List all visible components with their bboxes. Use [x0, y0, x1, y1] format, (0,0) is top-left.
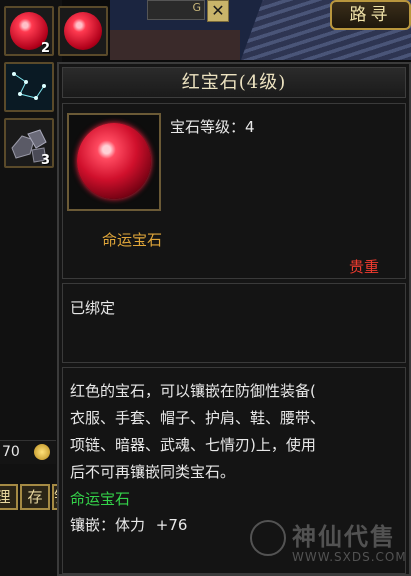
tooltip-title-bar: 红宝石(4级) — [62, 67, 406, 98]
footer-category: 命运宝石 — [70, 490, 131, 508]
description-line: 后不可再镶嵌同类宝石。 — [70, 463, 236, 481]
inlay-stat: 镶嵌：体力 +76 — [70, 514, 187, 535]
description-line: 项链、暗器、武魂、七情刃)上，使用 — [70, 436, 316, 454]
constellation-icon — [6, 64, 52, 110]
pathfind-button[interactable]: 路寻 — [330, 0, 411, 30]
inlay-label: 镶嵌：体力 — [70, 516, 146, 534]
item-count: 3 — [40, 153, 50, 168]
description-line: 红色的宝石，可以镶嵌在防御性装备( — [70, 382, 316, 400]
close-button[interactable]: ✕ — [207, 0, 229, 22]
inventory-slot-red-gem[interactable] — [58, 6, 108, 56]
money-display: 70 — [0, 440, 56, 464]
red-gem-icon — [64, 12, 102, 50]
item-count: 2 — [40, 41, 50, 56]
watermark-logo-icon — [250, 520, 286, 556]
bind-status: 已绑定 — [70, 299, 116, 317]
inventory-slot-constellation[interactable] — [4, 62, 54, 112]
store-button[interactable]: 存 — [20, 484, 50, 510]
description-line: 衣服、手套、帽子、护肩、鞋、腰带、 — [70, 409, 326, 427]
manage-button[interactable]: 理 — [0, 484, 18, 510]
inventory-slot-ore[interactable]: 3 — [4, 118, 54, 168]
inventory-slot-red-gem[interactable]: 2 — [4, 6, 54, 56]
rarity-label: 贵重 — [349, 258, 380, 276]
ruby-gem-icon — [77, 123, 151, 199]
item-icon-frame — [67, 113, 161, 211]
watermark-url: WWW.SXDS.COM — [292, 550, 407, 564]
gem-level: 宝石等级：4 — [170, 118, 255, 136]
coin-icon — [34, 444, 50, 460]
money-amount: 70 — [2, 444, 20, 460]
status-badge: G — [147, 0, 205, 20]
gem-category: 命运宝石 — [102, 231, 163, 249]
inlay-value: +76 — [155, 516, 188, 534]
item-title: 红宝石(4级) — [181, 72, 287, 93]
bind-status-box — [62, 283, 406, 363]
watermark-name: 神仙代售 — [292, 523, 396, 551]
